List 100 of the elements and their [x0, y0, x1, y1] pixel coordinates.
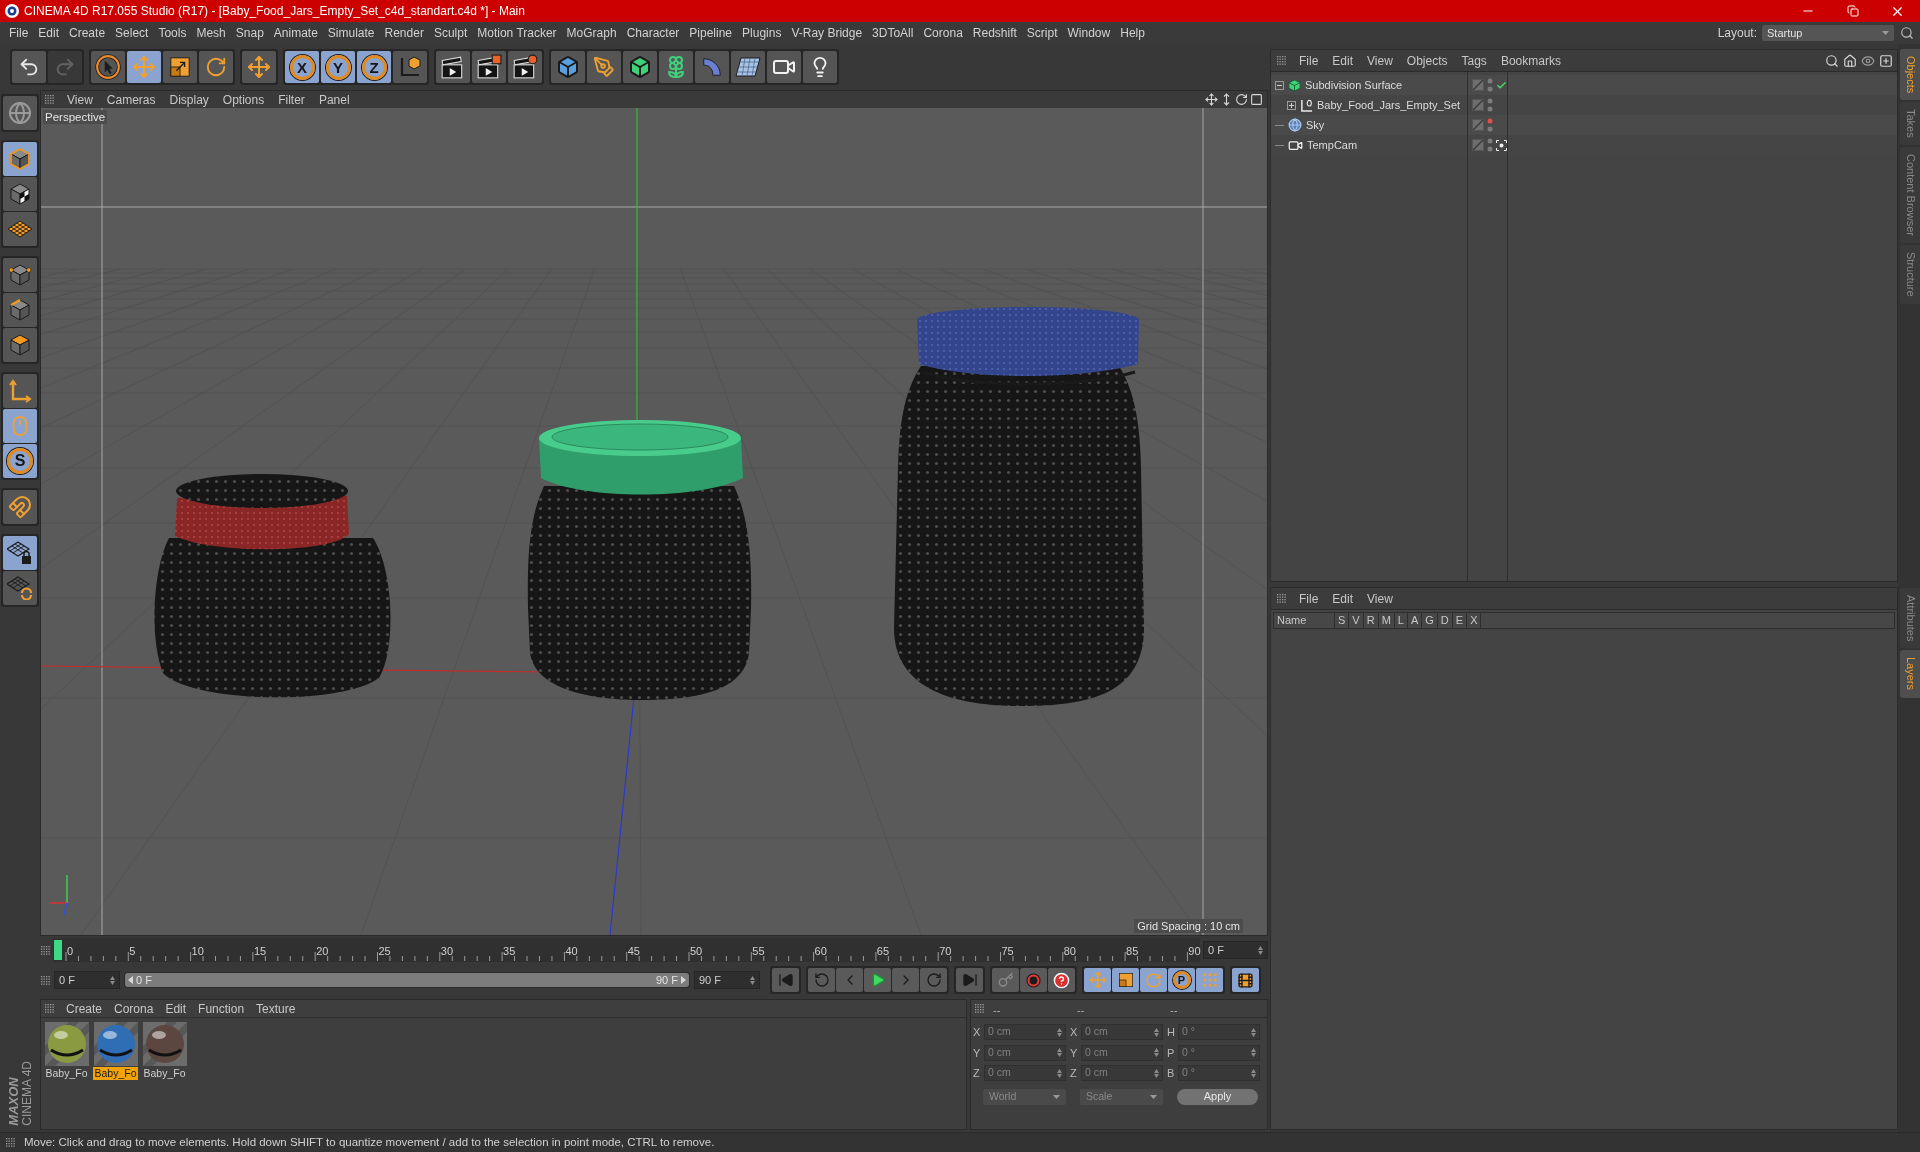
material-menu-item[interactable]: Function [192, 1000, 251, 1017]
menu-item[interactable]: Script [1021, 24, 1063, 42]
object-menu-item[interactable]: Bookmarks [1493, 52, 1568, 69]
menu-item[interactable]: Motion Tracker [472, 24, 562, 42]
undo-button[interactable] [12, 51, 46, 83]
column-header[interactable]: L [1393, 613, 1407, 628]
object-name[interactable]: Sky [1306, 116, 1325, 134]
axis-lock-button[interactable]: Z [357, 51, 391, 83]
side-tab[interactable]: Objects [1900, 49, 1920, 101]
object-name[interactable]: Baby_Food_Jars_Empty_Set [1317, 96, 1461, 114]
workplane-mode-button[interactable] [3, 212, 37, 246]
column-header[interactable]: R [1362, 613, 1378, 628]
menu-item[interactable]: Corona [918, 24, 968, 42]
apply-button[interactable]: Apply [1177, 1088, 1258, 1105]
scale-tool-button[interactable] [163, 51, 197, 83]
deformer-button[interactable] [695, 51, 729, 83]
menu-item[interactable]: Plugins [737, 24, 787, 42]
rotate-icon[interactable] [1235, 93, 1248, 106]
expand-icon[interactable] [1287, 100, 1296, 110]
layer-menu-item[interactable]: Edit [1325, 590, 1361, 607]
layout-dropdown[interactable]: Startup [1762, 25, 1894, 41]
end-frame-field[interactable]: 90 F [694, 971, 760, 989]
object-row[interactable]: Sky [1271, 115, 1897, 135]
menu-item[interactable]: Character [621, 24, 685, 42]
viewport-menu-item[interactable]: Panel [311, 91, 357, 108]
object-menu-item[interactable]: View [1360, 52, 1400, 69]
floor-button[interactable] [731, 51, 765, 83]
layer-menu-item[interactable]: View [1360, 590, 1400, 607]
previous-frame-button[interactable] [808, 968, 835, 992]
menu-item[interactable]: Create [64, 24, 111, 42]
playhead-marker[interactable] [54, 940, 62, 960]
side-tab[interactable]: Layers [1900, 650, 1920, 698]
menu-item[interactable]: Render [379, 24, 429, 42]
points-mode-button[interactable] [3, 258, 37, 292]
menu-item[interactable]: Simulate [322, 24, 380, 42]
menu-item[interactable]: Pipeline [684, 24, 738, 42]
play-button[interactable] [864, 968, 891, 992]
timeline-ruler[interactable]: 0 5 10 15 20 25 30 35 40 45 50 55 60 65 70 75 80 85 90 [53, 938, 1200, 962]
lock-workplane-button[interactable] [3, 536, 37, 570]
menu-item[interactable]: 3DToAll [867, 24, 919, 42]
menu-item[interactable]: Help [1115, 24, 1150, 42]
menu-item[interactable]: Edit [33, 24, 65, 42]
column-header[interactable]: X [1466, 613, 1481, 628]
menu-item[interactable]: Animate [268, 24, 323, 42]
menu-item[interactable]: Tools [153, 24, 192, 42]
column-header[interactable]: M [1377, 613, 1394, 628]
column-header[interactable]: E [1451, 613, 1467, 628]
camera-button[interactable] [767, 51, 801, 83]
viewport-menu-item[interactable]: Options [215, 91, 272, 108]
column-header[interactable]: Name [1274, 613, 1334, 628]
menu-item[interactable]: Select [110, 24, 154, 42]
polygons-mode-button[interactable] [3, 328, 37, 362]
snap-button[interactable]: S [3, 444, 37, 478]
current-frame-field[interactable]: 0 F [1203, 941, 1268, 959]
menu-item[interactable]: Snap [230, 24, 269, 42]
collapse-icon[interactable] [1275, 80, 1284, 90]
autokey-button[interactable] [1020, 968, 1047, 992]
render-button[interactable] [472, 51, 506, 83]
axis-lock-button[interactable]: X [285, 51, 319, 83]
object-menu-item[interactable]: Edit [1325, 52, 1361, 69]
subdivision-button[interactable] [623, 51, 657, 83]
move-arrows-icon[interactable] [1205, 93, 1218, 106]
cube-button[interactable] [551, 51, 585, 83]
axis-mode-button[interactable] [3, 374, 37, 408]
eye-icon[interactable] [1861, 53, 1875, 68]
new-window-icon[interactable] [1879, 53, 1893, 68]
frame-range-slider[interactable]: 0 F 90 F [124, 972, 690, 988]
material-preview-icon[interactable] [142, 1022, 187, 1066]
object-menu-item[interactable]: Tags [1454, 52, 1494, 69]
menu-item[interactable]: File [4, 24, 34, 42]
align-workplane-button[interactable] [3, 571, 37, 605]
viewport-menu-item[interactable]: Display [162, 91, 216, 108]
coordinate-system-button[interactable] [393, 51, 427, 83]
material-menu-item[interactable]: Create [60, 1000, 109, 1017]
scale-key-button[interactable] [1112, 968, 1139, 992]
render-view-button[interactable] [436, 51, 470, 83]
object-menu-item[interactable]: Objects [1399, 52, 1455, 69]
column-header[interactable]: V [1348, 613, 1363, 628]
menu-item[interactable]: Window [1062, 24, 1116, 42]
layer-menu-item[interactable]: File [1292, 590, 1326, 607]
render-settings-button[interactable] [508, 51, 542, 83]
viewport-menu-item[interactable]: Cameras [99, 91, 163, 108]
material-preview-icon[interactable] [93, 1022, 138, 1066]
select-tool-button[interactable] [91, 51, 125, 83]
menu-item[interactable]: Redshift [967, 24, 1022, 42]
viewport-canvas[interactable]: Perspective Grid Spacing : 10 cm [41, 108, 1267, 935]
menu-item[interactable]: Mesh [191, 24, 231, 42]
object-row[interactable]: Subdivision Surface [1271, 75, 1897, 95]
column-header[interactable]: A [1406, 613, 1422, 628]
square-icon[interactable] [1250, 93, 1263, 106]
edges-mode-button[interactable] [3, 293, 37, 327]
home-icon[interactable] [1843, 53, 1857, 68]
material-preview-icon[interactable] [44, 1022, 89, 1066]
viewport-menu-item[interactable]: View [60, 91, 100, 108]
keyframe-selection-button[interactable] [1048, 968, 1075, 992]
model-mode-button[interactable] [3, 142, 37, 176]
menu-item[interactable]: V-Ray Bridge [786, 24, 868, 42]
light-button[interactable] [803, 51, 837, 83]
material-menu-item[interactable]: Edit [159, 1000, 193, 1017]
menu-item[interactable]: Sculpt [428, 24, 473, 42]
